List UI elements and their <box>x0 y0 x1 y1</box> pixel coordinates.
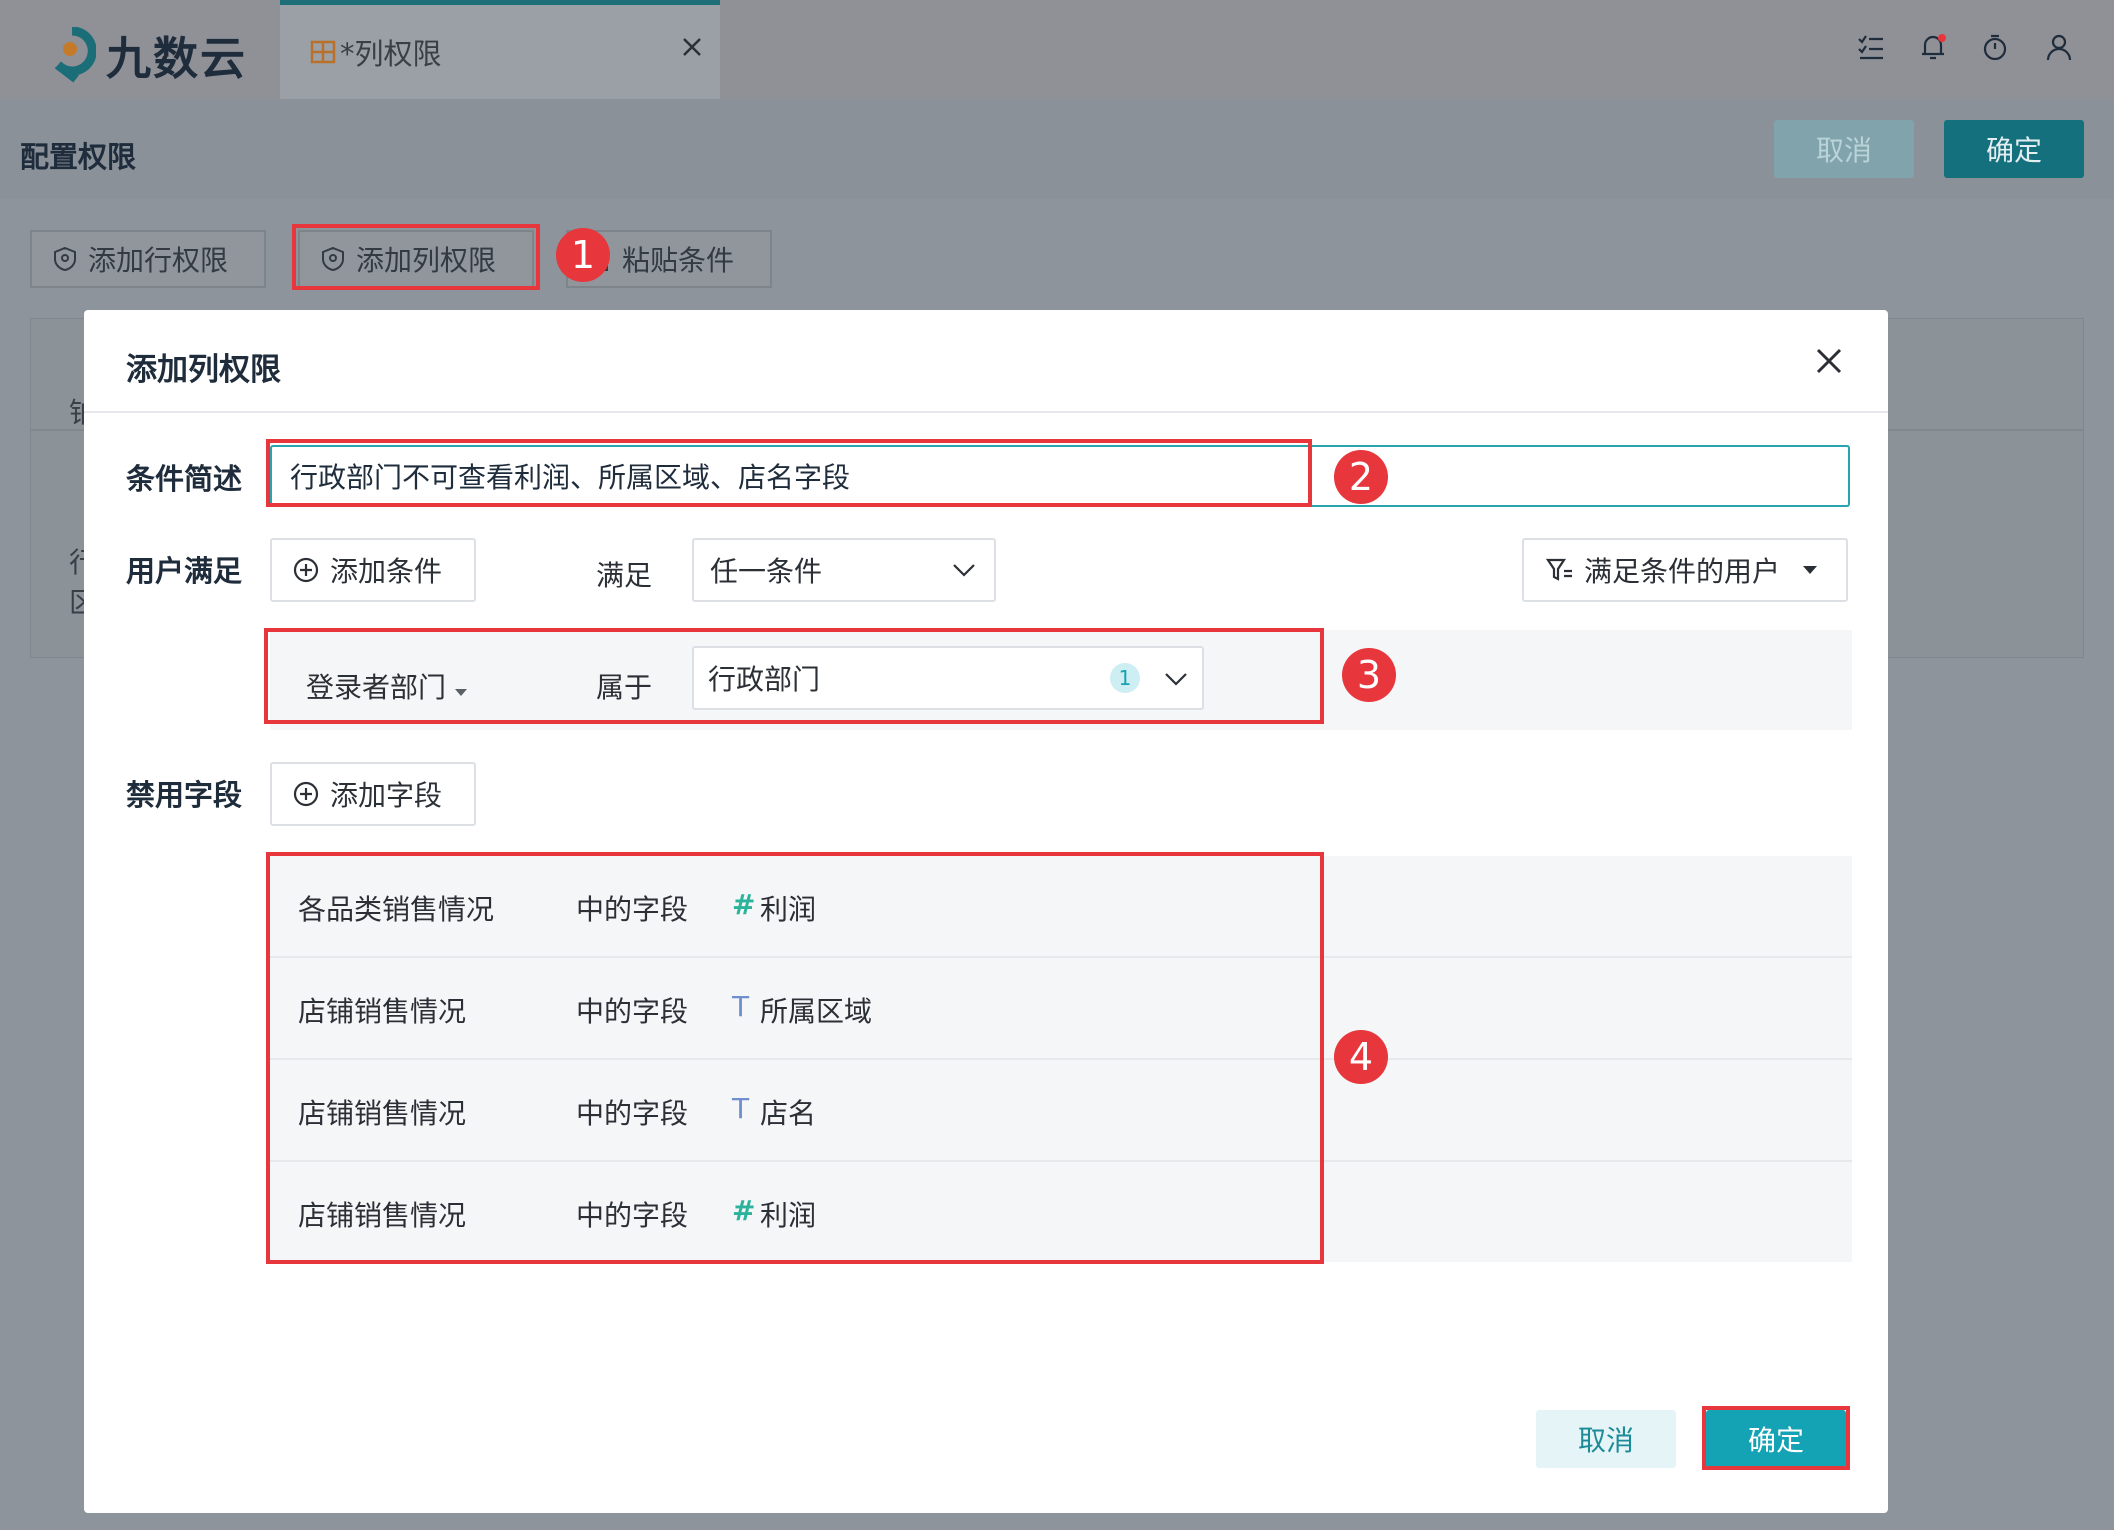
plus-circle-icon <box>293 781 319 807</box>
plus-circle-icon <box>293 557 319 583</box>
add-condition-button[interactable]: 添加条件 <box>270 538 476 602</box>
add-field-label: 添加字段 <box>330 779 443 812</box>
table-icon <box>310 40 336 64</box>
chevron-down-icon <box>953 564 975 577</box>
filter-users-label: 满足条件的用户 <box>1584 555 1781 588</box>
task-list-icon[interactable] <box>1856 32 1886 62</box>
annotation-box-4 <box>266 852 1324 1264</box>
add-field-button[interactable]: 添加字段 <box>270 762 476 826</box>
tab-label-wrap: *列权限 <box>310 31 442 73</box>
tab-label: *列权限 <box>340 37 442 71</box>
annotation-badge-4: 4 <box>1334 1030 1388 1084</box>
app-logo[interactable]: 九数云 <box>48 22 247 87</box>
user-icon[interactable] <box>2044 32 2074 62</box>
close-icon[interactable] <box>1814 346 1844 376</box>
filter-icon <box>1546 558 1572 581</box>
add-row-permission-label: 添加行权限 <box>88 244 229 277</box>
add-row-permission-button[interactable]: 添加行权限 <box>30 230 266 288</box>
config-cancel-button[interactable]: 取消 <box>1774 120 1914 178</box>
dialog-title: 添加列权限 <box>126 352 281 388</box>
annotation-badge-3: 3 <box>1342 648 1396 702</box>
bell-icon[interactable] <box>1918 32 1948 62</box>
tab-close-icon[interactable] <box>680 35 704 59</box>
satisfy-select[interactable]: 任一条件 <box>692 538 996 602</box>
logo-icon <box>54 26 96 83</box>
satisfy-label: 满足 <box>596 559 653 592</box>
forbid-label: 禁用字段 <box>126 778 243 812</box>
user-label: 用户满足 <box>126 554 243 588</box>
annotation-badge-2: 2 <box>1334 450 1388 504</box>
timer-icon[interactable] <box>1980 32 2010 62</box>
dialog-divider <box>84 411 1888 413</box>
filter-users-button[interactable]: 满足条件的用户 <box>1522 538 1848 602</box>
tab-column-permission[interactable]: *列权限 <box>280 0 720 99</box>
dialog-cancel-button[interactable]: 取消 <box>1536 1410 1676 1468</box>
annotation-badge-1: 1 <box>556 228 610 282</box>
config-title: 配置权限 <box>20 140 137 174</box>
desc-label: 条件简述 <box>126 462 243 496</box>
paste-condition-label: 粘贴条件 <box>622 244 735 277</box>
add-condition-label: 添加条件 <box>330 555 443 588</box>
logo-text: 九数云 <box>106 32 248 85</box>
shield-icon <box>54 246 76 272</box>
annotation-box-2 <box>266 439 1312 507</box>
config-ok-button[interactable]: 确定 <box>1944 120 2084 178</box>
annotation-box-ok <box>1702 1406 1850 1470</box>
annotation-box-1 <box>292 224 540 290</box>
satisfy-select-value: 任一条件 <box>710 555 823 588</box>
caret-down-icon <box>1803 566 1818 574</box>
annotation-box-3 <box>264 628 1324 724</box>
